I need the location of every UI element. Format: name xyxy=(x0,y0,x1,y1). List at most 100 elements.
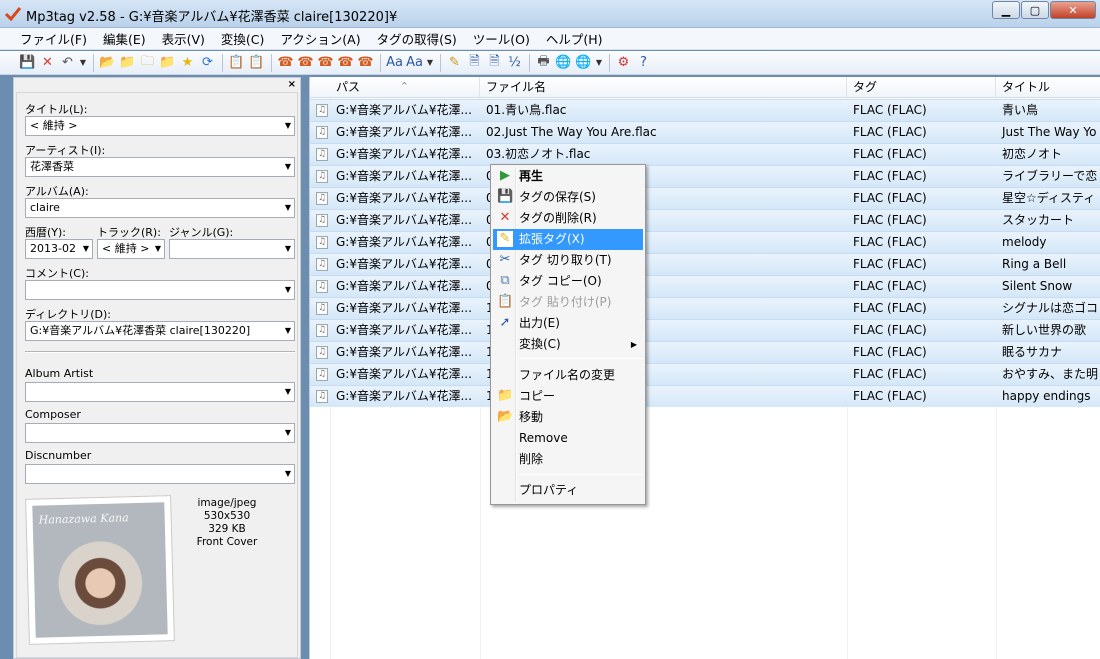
extended-tags-icon[interactable]: ✎ xyxy=(445,54,464,72)
ctx-copy-file[interactable]: 📁 コピー xyxy=(493,386,643,407)
undo-icon[interactable]: ↶ xyxy=(58,54,77,72)
ctx-extended-tags[interactable]: ✎ 拡張タグ(X) xyxy=(493,229,643,250)
file-list[interactable]: パス ^ ファイル名 タグ タイトル ♫ G:¥音楽アルバム¥花澤... 01.青い… xyxy=(309,77,1100,659)
copy-tag-icon[interactable]: 📋 xyxy=(227,54,246,72)
ctx-cut-tag-label: タグ 切り取り(T) xyxy=(519,253,612,267)
table-row[interactable]: ♫G:¥音楽アルバム¥花澤...1FLAC (FLAC)新しい世界の歌 xyxy=(310,319,1100,341)
menu-convert[interactable]: 変換(C) xyxy=(213,29,272,48)
composer-combo[interactable]: ▼ xyxy=(25,423,295,443)
table-row[interactable]: ♫G:¥音楽アルバム¥花澤...0FLAC (FLAC)スタッカート xyxy=(310,209,1100,231)
table-row[interactable]: ♫G:¥音楽アルバム¥花澤...0FLAC (FLAC)Ring a Bell xyxy=(310,253,1100,275)
table-row[interactable]: ♫G:¥音楽アルバム¥花澤...0FLAC (FLAC)Silent Snow xyxy=(310,275,1100,297)
filename-tag-icon[interactable]: ☎ xyxy=(296,54,315,72)
menu-edit[interactable]: 編集(E) xyxy=(95,29,154,48)
cell-tag: FLAC (FLAC) xyxy=(853,235,927,249)
options-icon[interactable]: ⚙ xyxy=(614,54,633,72)
web-sources-dropdown-icon[interactable]: ▼ xyxy=(594,54,604,72)
table-row[interactable]: ♫G:¥音楽アルバム¥花澤...1FLAC (FLAC)シグナルは恋ゴコ xyxy=(310,297,1100,319)
ctx-remove[interactable]: Remove xyxy=(493,428,643,449)
comment-combo[interactable]: ▼ xyxy=(25,280,295,300)
column-title[interactable]: タイトル xyxy=(996,77,1100,98)
ctx-delete-file[interactable]: 削除 xyxy=(493,449,643,470)
change-directory-icon[interactable]: 📂 xyxy=(98,54,117,72)
filename-filename-icon[interactable]: ☎ xyxy=(316,54,335,72)
ctx-properties[interactable]: プロパティ xyxy=(493,480,643,501)
ctx-export[interactable]: ➚ 出力(E) xyxy=(493,313,643,334)
add-directory-icon[interactable]: 📁 xyxy=(118,54,137,72)
chevron-down-icon: ▼ xyxy=(154,244,161,253)
folder-up-icon[interactable]: 📁 xyxy=(158,54,177,72)
favorites-star-icon[interactable]: ★ xyxy=(178,54,197,72)
column-filename[interactable]: ファイル名 xyxy=(480,77,847,98)
cover-art[interactable]: Hanazawa Kana xyxy=(25,495,175,645)
menu-actions[interactable]: アクション(A) xyxy=(272,29,368,48)
menu-file[interactable]: ファイル(F) xyxy=(12,29,95,48)
actions-icon[interactable]: Aa xyxy=(385,54,404,72)
toolbar: 💾 ✕ ↶ ▼ 📂 📁 🗀 📁 ★ ⟳ 📋 📋 ☎ ☎ ☎ ☎ ☎ Aa Aa … xyxy=(0,51,1100,75)
table-row[interactable]: ♫G:¥音楽アルバム¥花澤...0 .flacFLAC (FLAC)ライブラリー… xyxy=(310,165,1100,187)
ctx-rename-file[interactable]: ファイル名の変更 xyxy=(493,365,643,386)
delete-tag-icon[interactable]: ✕ xyxy=(38,54,57,72)
menu-view[interactable]: 表示(V) xyxy=(154,29,213,48)
web-source-icon[interactable]: 🌐 xyxy=(554,54,573,72)
genre-combo[interactable]: ▼ xyxy=(169,239,295,259)
column-path[interactable]: パス ^ xyxy=(310,77,480,98)
tag-tag-icon[interactable]: ☎ xyxy=(356,54,375,72)
album-combo[interactable]: claire ▼ xyxy=(25,198,295,218)
actions-dropdown-icon[interactable]: ▼ xyxy=(425,54,435,72)
title-combo[interactable]: < 維持 > ▼ xyxy=(25,116,295,136)
discnumber-combo[interactable]: ▼ xyxy=(25,464,295,484)
ctx-play[interactable]: ▶ 再生 xyxy=(493,166,643,187)
table-row[interactable]: ♫ G:¥音楽アルバム¥花澤... 01.青い鳥.flac FLAC (FLAC) 青い… xyxy=(310,99,1100,121)
year-combo[interactable]: 2013-02 ▼ xyxy=(25,239,93,259)
help-icon[interactable]: ? xyxy=(634,54,653,72)
column-tag[interactable]: タグ xyxy=(847,77,996,98)
table-row[interactable]: ♫G:¥音楽アルバム¥花澤...1FLAC (FLAC)眠るサカナ xyxy=(310,341,1100,363)
ctx-cut-tag[interactable]: ✂ タグ 切り取り(T) xyxy=(493,250,643,271)
table-row[interactable]: ♫ G:¥音楽アルバム¥花澤... 03.初恋ノオト.flac FLAC (FLAC)… xyxy=(310,143,1100,165)
ctx-convert[interactable]: 変換(C) ▶ xyxy=(493,334,643,355)
ctx-remove-label: Remove xyxy=(519,431,568,445)
directory-combo[interactable]: G:¥音楽アルバム¥花澤香菜 claire[130220] ▼ xyxy=(25,321,295,341)
ctx-copy-tag[interactable]: ⧉ タグ コピー(O) xyxy=(493,271,643,292)
tag-filename-icon[interactable]: ☎ xyxy=(276,54,295,72)
table-row[interactable]: ♫G:¥音楽アルバム¥花澤...1FLAC (FLAC)おやすみ、また明 xyxy=(310,363,1100,385)
refresh-icon[interactable]: ⟳ xyxy=(198,54,217,72)
panel-close-icon[interactable]: × xyxy=(288,79,296,90)
chevron-down-icon: ▼ xyxy=(284,428,291,437)
text-file-tag-icon[interactable]: ☎ xyxy=(336,54,355,72)
cover-logo-text: Hanazawa Kana xyxy=(38,511,129,527)
title-bar: Mp3tag v2.58 - G:¥音楽アルバム¥花澤香菜 claire[130… xyxy=(0,0,1100,28)
numbering-icon[interactable]: ½ xyxy=(505,54,524,72)
freedb-icon[interactable]: 🖶 xyxy=(534,54,553,72)
open-folder-icon[interactable]: 🗀 xyxy=(138,54,157,72)
chevron-down-icon: ▼ xyxy=(82,244,89,253)
ctx-move-file[interactable]: 📂 移動 xyxy=(493,407,643,428)
audio-file-icon: ♫ xyxy=(316,302,328,315)
paste-tag-icon[interactable]: 📋 xyxy=(247,54,266,72)
maximize-button[interactable]: ▢ xyxy=(1021,1,1049,19)
menu-tag-sources[interactable]: タグの取得(S) xyxy=(369,29,465,48)
audio-file-icon: ♫ xyxy=(316,368,328,381)
quick-actions-icon[interactable]: Aa xyxy=(405,54,424,72)
minimize-button[interactable]: ▁ xyxy=(992,1,1020,19)
table-row[interactable]: ♫ G:¥音楽アルバム¥花澤... 02.Just The Way You Are.… xyxy=(310,121,1100,143)
table-row[interactable]: ♫G:¥音楽アルバム¥花澤...0 ン.flacFLAC (FLAC)星空☆ディ… xyxy=(310,187,1100,209)
save-icon[interactable]: 💾 xyxy=(18,54,37,72)
cell-path: G:¥音楽アルバム¥花澤... xyxy=(336,279,472,293)
menu-tools[interactable]: ツール(O) xyxy=(465,29,538,48)
album-artist-combo[interactable]: ▼ xyxy=(25,382,295,402)
ctx-play-label: 再生 xyxy=(519,169,544,183)
table-row[interactable]: ♫G:¥音楽アルバム¥花澤...0FLAC (FLAC)melody xyxy=(310,231,1100,253)
menu-help[interactable]: ヘルプ(H) xyxy=(538,29,611,48)
export-icon[interactable]: 🗎 xyxy=(465,54,484,72)
close-button[interactable]: ✕ xyxy=(1050,1,1096,19)
ctx-save-tag[interactable]: 💾 タグの保存(S) xyxy=(493,187,643,208)
playlist-icon[interactable]: 🗎 xyxy=(485,54,504,72)
artist-combo[interactable]: 花澤香菜 ▼ xyxy=(25,157,295,177)
ctx-delete-tag[interactable]: ✕ タグの削除(R) xyxy=(493,208,643,229)
table-row[interactable]: ♫G:¥音楽アルバム¥花澤...1FLAC (FLAC)happy ending… xyxy=(310,385,1100,407)
undo-dropdown-icon[interactable]: ▼ xyxy=(78,54,88,72)
track-combo[interactable]: < 維持 > ▼ xyxy=(97,239,165,259)
web-sources-icon[interactable]: 🌐 xyxy=(574,54,593,72)
